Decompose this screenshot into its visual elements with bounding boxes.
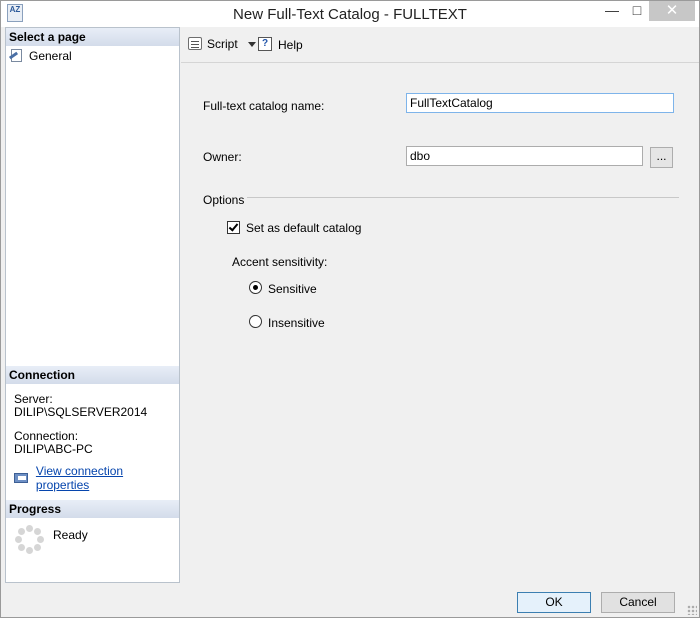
view-connection-properties-text[interactable]: View connection properties — [36, 464, 179, 492]
help-icon: ? — [258, 37, 274, 52]
cancel-button[interactable]: Cancel — [601, 592, 675, 613]
general-page-icon — [8, 49, 25, 63]
connection-properties-icon — [14, 471, 30, 485]
server-label: Server: — [14, 392, 53, 406]
insensitive-radio[interactable] — [249, 315, 262, 328]
connection-header: Connection — [6, 366, 179, 384]
maximize-button[interactable]: □ — [626, 1, 648, 21]
progress-header: Progress — [6, 500, 179, 518]
help-button[interactable]: ? Help — [258, 37, 303, 52]
script-button[interactable]: Script — [187, 37, 256, 51]
dialog-button-bar: OK Cancel — [1, 583, 699, 617]
catalog-name-input[interactable] — [406, 93, 674, 113]
chevron-down-icon[interactable] — [247, 41, 256, 47]
progress-status: Ready — [53, 528, 88, 542]
ok-button[interactable]: OK — [517, 592, 591, 613]
options-header: Options — [203, 193, 245, 207]
sensitive-label[interactable]: Sensitive — [268, 282, 317, 296]
help-label: Help — [278, 37, 303, 52]
toolbar: Script ? Help — [181, 27, 699, 63]
page-item-label: General — [29, 49, 72, 63]
left-panel: Select a page General Connection Server:… — [5, 27, 180, 583]
catalog-name-label: Full-text catalog name: — [203, 99, 325, 113]
title-bar: AZ New Full-Text Catalog - FULLTEXT — □ … — [1, 1, 699, 27]
insensitive-label[interactable]: Insensitive — [268, 316, 325, 330]
connection-value: DILIP\ABC-PC — [14, 442, 93, 456]
owner-label: Owner: — [203, 150, 242, 164]
default-catalog-label[interactable]: Set as default catalog — [246, 221, 361, 235]
check-mark-icon — [228, 221, 239, 232]
options-divider — [247, 197, 679, 198]
accent-sensitivity-label: Accent sensitivity: — [232, 255, 328, 269]
window-title: New Full-Text Catalog - FULLTEXT — [233, 6, 467, 23]
minimize-button[interactable]: — — [598, 1, 626, 21]
close-button[interactable]: ✕ — [649, 1, 695, 21]
progress-spinner-icon — [15, 525, 45, 555]
view-connection-properties-link[interactable]: View connection properties — [14, 464, 179, 492]
resize-grip-icon[interactable] — [687, 605, 697, 615]
script-icon — [187, 37, 203, 51]
connection-label: Connection: — [14, 429, 79, 443]
radio-selected-dot — [253, 285, 258, 290]
select-page-header: Select a page — [6, 28, 179, 46]
owner-browse-button[interactable]: ... — [650, 147, 673, 168]
dialog-window: AZ New Full-Text Catalog - FULLTEXT — □ … — [0, 0, 700, 618]
script-label: Script — [207, 37, 238, 51]
owner-input[interactable] — [406, 146, 643, 166]
page-item-general[interactable]: General — [8, 48, 72, 64]
sensitive-radio[interactable] — [249, 281, 262, 294]
server-value: DILIP\SQLSERVER2014 — [14, 405, 148, 419]
general-page-content: Full-text catalog name: Owner: ... Optio… — [181, 63, 699, 583]
default-catalog-checkbox[interactable] — [227, 221, 240, 234]
